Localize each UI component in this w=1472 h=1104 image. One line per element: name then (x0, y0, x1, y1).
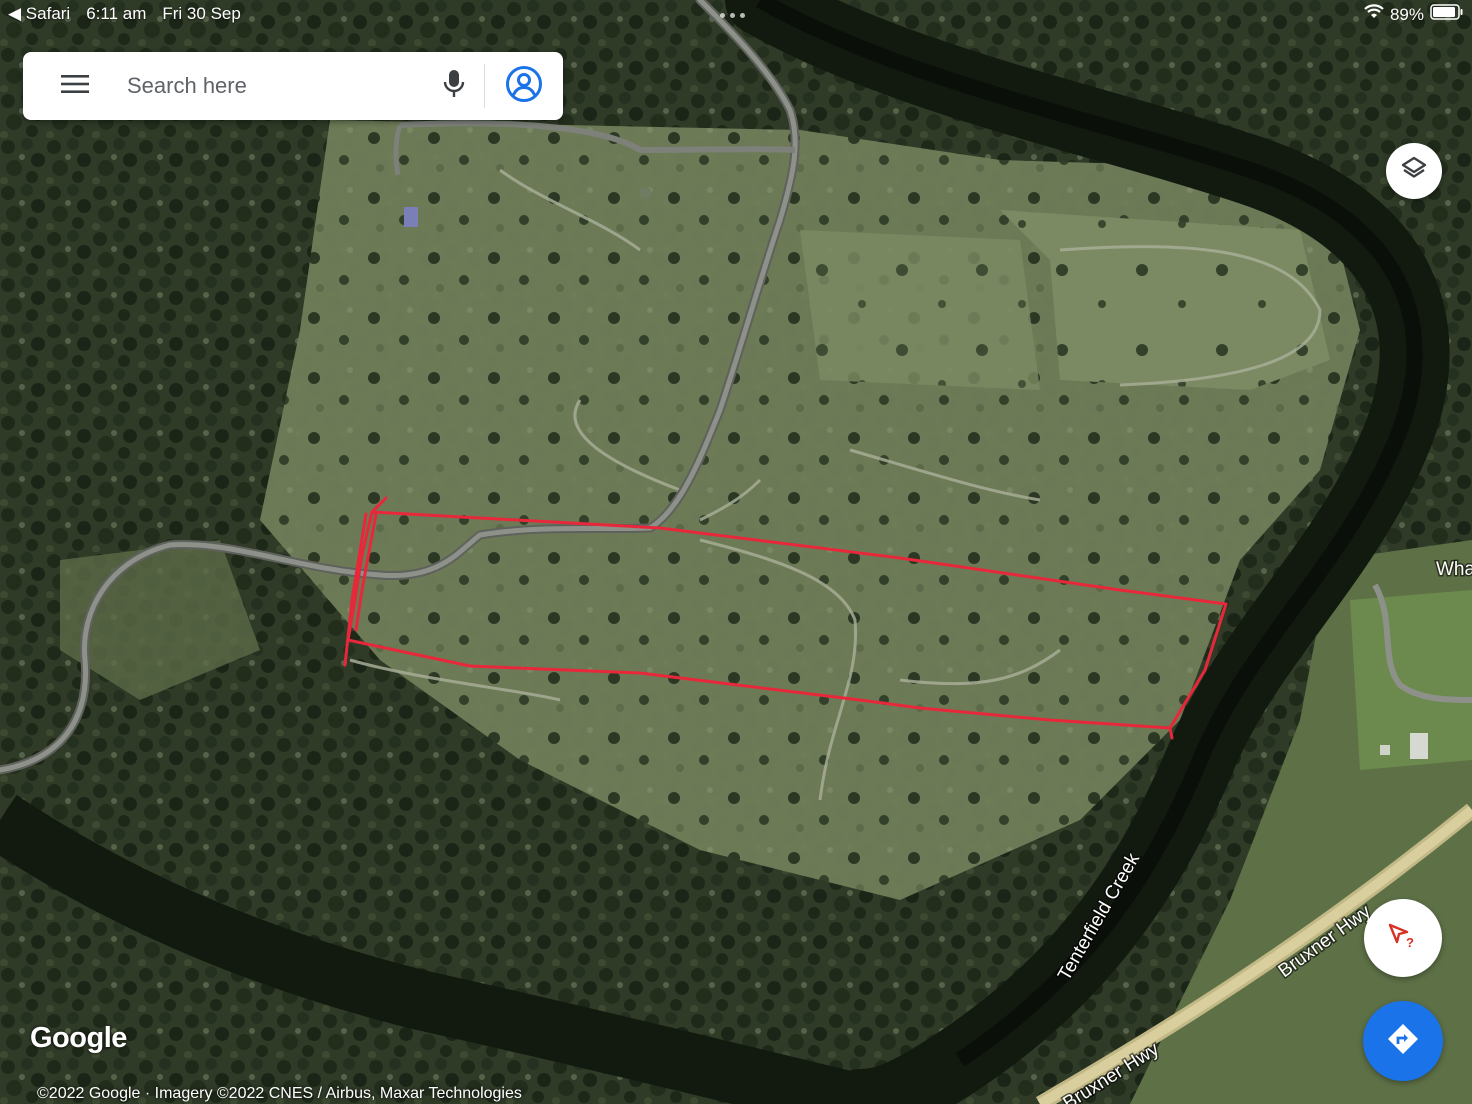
map-attribution: ©2022 Google · Imagery ©2022 CNES / Airb… (37, 1085, 522, 1102)
account-icon (505, 65, 543, 108)
microphone-icon (443, 69, 465, 104)
search-input[interactable] (127, 73, 424, 99)
directions-icon (1386, 1022, 1420, 1061)
battery-percent: 89% (1389, 4, 1424, 24)
menu-button[interactable] (23, 52, 127, 120)
status-time: 6:11 am (86, 4, 147, 23)
status-date: Fri 30 Sep (162, 4, 241, 23)
navigation-icon: ? (1387, 921, 1419, 956)
voice-search-button[interactable] (424, 52, 484, 120)
layers-button[interactable] (1386, 143, 1442, 199)
google-logo: Google (30, 1022, 127, 1054)
menu-icon (61, 74, 89, 99)
svg-text:?: ? (1406, 935, 1414, 950)
back-to-app[interactable]: ◀ Safari (8, 4, 70, 24)
battery-icon (1430, 4, 1464, 25)
directions-button[interactable] (1363, 1001, 1443, 1081)
satellite-map[interactable]: Tenterfield Creek Bruxner Hwy Bruxner Hw… (0, 0, 1472, 1104)
multitasking-handle[interactable] (720, 13, 745, 18)
back-app-label: Safari (25, 4, 71, 23)
search-bar (23, 52, 563, 120)
my-location-button[interactable]: ? (1364, 899, 1442, 977)
layers-icon (1400, 155, 1428, 188)
edge-place-label: Wha (1436, 559, 1472, 580)
wifi-icon (1364, 4, 1384, 25)
account-button[interactable] (485, 52, 563, 120)
